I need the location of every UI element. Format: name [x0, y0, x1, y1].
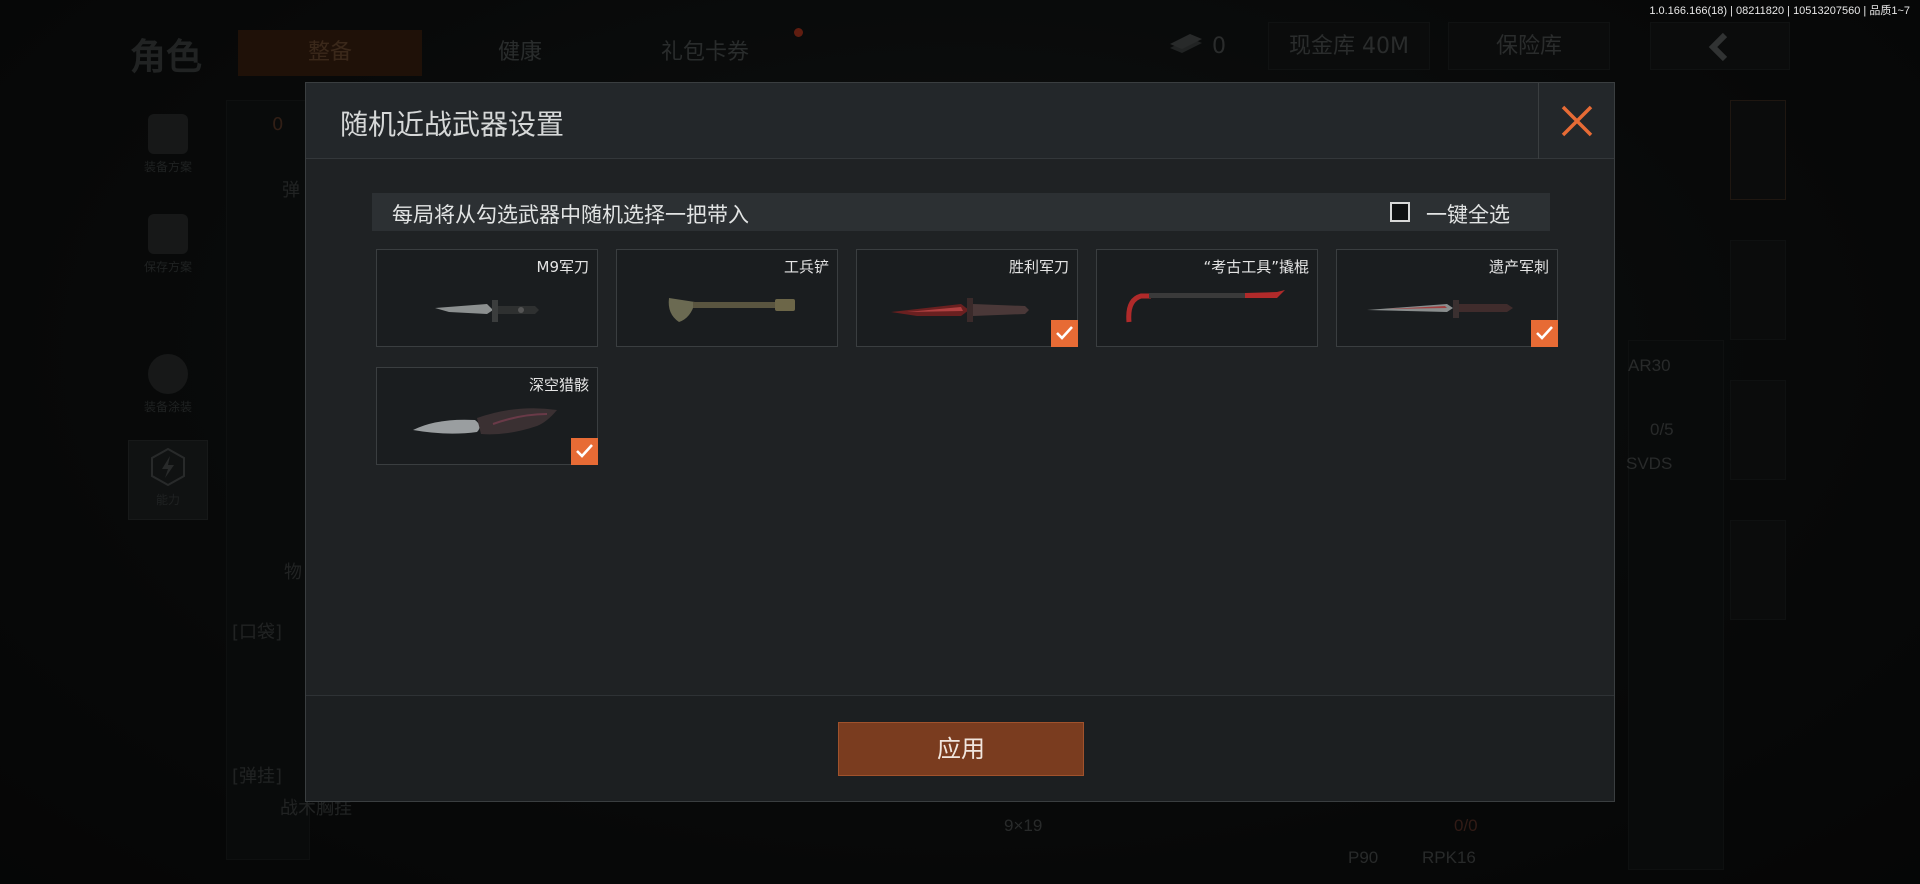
dialog-footer: 应用 [306, 695, 1614, 801]
select-all-label: 一键全选 [1426, 203, 1510, 227]
weapon-name: 工兵铲 [783, 258, 829, 276]
selected-checkmark [571, 438, 598, 465]
close-icon [1561, 105, 1593, 137]
selected-checkmark [1531, 320, 1558, 347]
weapon-name: 深空猎骸 [528, 376, 589, 394]
dialog-header: 随机近战武器设置 [306, 83, 1614, 159]
weapon-card[interactable]: 胜利军刀 [856, 249, 1078, 347]
weapon-card[interactable]: 工兵铲 [616, 249, 838, 347]
weapon-card[interactable]: 遗产军刺 [1336, 249, 1558, 347]
weapon-name: 胜利军刀 [1008, 258, 1069, 276]
selected-checkmark [1051, 320, 1078, 347]
weapon-card[interactable]: M9军刀 [376, 249, 598, 347]
apply-button[interactable]: 应用 [838, 722, 1084, 776]
weapon-card[interactable]: “考古工具”撬棍 [1096, 249, 1318, 347]
close-button[interactable] [1538, 83, 1614, 159]
random-melee-settings-dialog: 随机近战武器设置 每局将从勾选武器中随机选择一把带入 一键全选 M9军刀 工兵铲… [305, 82, 1615, 802]
select-all-checkbox[interactable]: 一键全选 [1390, 199, 1530, 227]
crowbar-icon [1126, 290, 1285, 323]
bayonet-icon [1367, 300, 1513, 318]
info-bar: 每局将从勾选武器中随机选择一把带入 一键全选 [372, 193, 1550, 231]
info-text: 每局将从勾选武器中随机选择一把带入 [392, 203, 749, 227]
version-label: 1.0.166.166(18) | 08211820 | 10513207560… [1649, 5, 1910, 17]
dialog-title: 随机近战武器设置 [340, 108, 565, 141]
weapon-name: 遗产军刺 [1488, 258, 1549, 276]
m9-knife-icon [435, 300, 539, 322]
karambit-knife-icon [413, 408, 557, 435]
weapon-card[interactable]: 深空猎骸 [376, 367, 598, 465]
weapon-name: M9军刀 [536, 258, 590, 276]
victory-knife-icon [891, 298, 1029, 322]
game-screen: 角色 整备 健康 礼包卡券 0 现金库 40M 保险库 装备方案 保存方案 装备… [0, 0, 1920, 884]
checkmark-icon [1056, 326, 1073, 340]
weapon-name: “考古工具”撬棍 [1203, 258, 1309, 276]
shovel-icon [668, 298, 795, 322]
checkmark-icon [1536, 326, 1553, 340]
checkmark-icon [576, 444, 593, 458]
checkbox-box [1390, 202, 1410, 222]
